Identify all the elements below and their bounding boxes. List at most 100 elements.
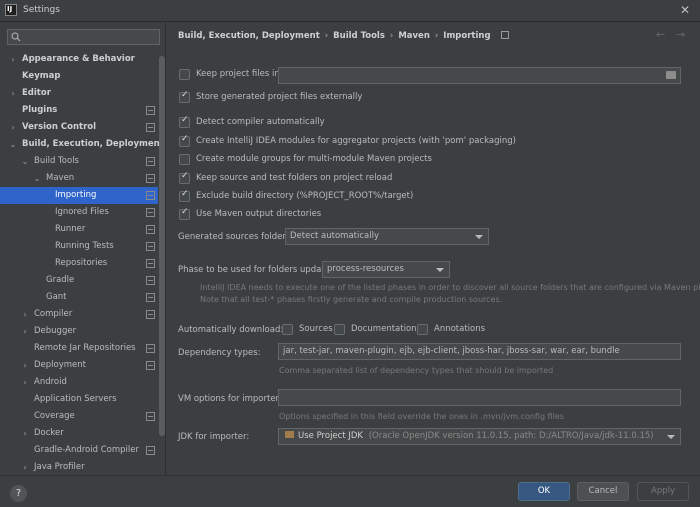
sidebar-item[interactable]: Keymap — [0, 68, 158, 85]
vm-options-label: VM options for importer: — [178, 394, 282, 404]
sidebar-item[interactable]: Repositories — [0, 255, 158, 272]
checkbox-box[interactable] — [179, 90, 190, 103]
sidebar-item[interactable]: ⌄ Build, Execution, Deployment — [0, 136, 164, 153]
sidebar-item-label: Docker — [34, 428, 64, 438]
sidebar-item[interactable]: Plugins — [0, 102, 158, 119]
checkbox-box[interactable] — [179, 134, 190, 147]
checkbox-box[interactable] — [334, 324, 345, 335]
sidebar-item-label: Gant — [46, 292, 67, 302]
sidebar-item[interactable]: ⌄ Build Tools — [0, 153, 158, 170]
jdk-label: JDK for importer: — [178, 432, 250, 442]
checkbox-label: Annotations — [434, 324, 486, 334]
forward-arrow-icon[interactable]: → — [676, 28, 685, 41]
dependency-types-input[interactable]: jar, test-jar, maven-plugin, ejb, ejb-cl… — [278, 343, 681, 360]
sidebar-item[interactable]: › Docker — [0, 425, 158, 442]
phase-dropdown[interactable]: process-resources — [322, 261, 450, 278]
jdk-dropdown[interactable]: Use Project JDK (Oracle OpenJDK version … — [278, 428, 681, 445]
vm-options-input[interactable] — [278, 389, 681, 406]
project-scope-icon — [146, 174, 155, 183]
project-scope-icon — [146, 412, 155, 421]
sidebar-item[interactable]: › Deployment — [0, 357, 158, 374]
cancel-button[interactable]: Cancel — [577, 482, 629, 501]
sidebar-item-label: Application Servers — [34, 394, 117, 404]
sidebar-scrollbar[interactable] — [159, 56, 165, 436]
project-scope-icon — [146, 276, 155, 285]
phase-hint-line1: IntelliJ IDEA needs to execute one of th… — [200, 283, 700, 292]
sidebar-item[interactable]: Coverage — [0, 408, 158, 425]
sidebar-item[interactable]: ⌄ Maven — [0, 170, 158, 187]
checkbox-box[interactable] — [179, 207, 190, 220]
sidebar-item-label: Appearance & Behavior — [22, 54, 135, 64]
sidebar-item[interactable]: Gradle-Android Compiler — [0, 442, 158, 459]
sidebar-item-label: Maven — [46, 173, 75, 183]
dependency-types-hint: Comma separated list of dependency types… — [279, 366, 554, 375]
sidebar-item[interactable]: Runner — [0, 221, 158, 238]
chevron-right-icon: › — [324, 31, 329, 41]
sidebar-item-label: Repositories — [55, 258, 108, 268]
chevron-right-icon[interactable]: › — [21, 357, 29, 374]
sidebar-item-label: Build, Execution, Deployment — [22, 139, 164, 149]
sidebar-item[interactable]: Gant — [0, 289, 158, 306]
jdk-detail: (Oracle OpenJDK version 11.0.15, path: D… — [368, 431, 654, 441]
chevron-right-icon[interactable]: › — [9, 85, 17, 102]
sidebar-item[interactable]: Running Tests — [0, 238, 158, 255]
apply-button[interactable]: Apply — [637, 482, 689, 501]
sidebar-item-label: Gradle — [46, 275, 75, 285]
sidebar-item[interactable]: › Android — [0, 374, 158, 391]
chevron-right-icon[interactable]: › — [21, 459, 29, 475]
dialog-footer: ? OK Cancel Apply — [0, 475, 700, 507]
sidebar-item[interactable]: Ignored Files — [0, 204, 158, 221]
sidebar-item[interactable]: Importing — [0, 187, 158, 204]
sidebar-item-label: Build Tools — [34, 156, 79, 166]
checkbox-label: Create IntelliJ IDEA modules for aggrega… — [196, 136, 516, 146]
checkbox-box[interactable] — [417, 324, 428, 335]
folder-icon[interactable] — [666, 71, 676, 79]
chevron-down-icon[interactable]: ⌄ — [9, 136, 17, 153]
chevron-right-icon[interactable]: › — [9, 119, 17, 136]
sidebar-item-label: Deployment — [34, 360, 86, 370]
generated-sources-dropdown[interactable]: Detect automatically — [285, 228, 489, 245]
chevron-down-icon[interactable]: ⌄ — [33, 170, 41, 187]
sidebar-item-label: Version Control — [22, 122, 97, 132]
sidebar-item[interactable]: Application Servers — [0, 391, 158, 408]
sidebar-item[interactable]: › Appearance & Behavior — [0, 51, 158, 68]
vm-options-hint: Options specified in this field override… — [279, 412, 564, 421]
sidebar-item-label: Gradle-Android Compiler — [34, 445, 139, 455]
project-files-path-input[interactable] — [278, 67, 681, 84]
project-scope-icon — [146, 446, 155, 455]
checkbox-box[interactable] — [179, 189, 190, 202]
chevron-right-icon[interactable]: › — [21, 425, 29, 442]
checkbox-box[interactable] — [179, 115, 190, 128]
sidebar-item[interactable]: › Java Profiler — [0, 459, 158, 475]
sidebar-item-label: Runner — [55, 224, 86, 234]
close-icon[interactable]: ✕ — [680, 3, 690, 17]
project-scope-icon — [146, 344, 155, 353]
checkbox-box[interactable] — [282, 324, 293, 335]
generated-sources-label: Generated sources folders: — [178, 232, 294, 242]
checkbox-box[interactable] — [179, 154, 190, 165]
sidebar-item[interactable]: Gradle — [0, 272, 158, 289]
sidebar-item[interactable]: Remote Jar Repositories — [0, 340, 158, 357]
sidebar-item[interactable]: › Debugger — [0, 323, 158, 340]
help-button[interactable]: ? — [10, 485, 27, 502]
search-input[interactable] — [7, 29, 160, 45]
checkbox-label: Keep project files in: — [196, 69, 283, 79]
ok-button[interactable]: OK — [518, 482, 570, 501]
project-scope-icon — [146, 106, 155, 115]
chevron-right-icon[interactable]: › — [21, 323, 29, 340]
sidebar-item[interactable]: › Editor — [0, 85, 158, 102]
sidebar-item[interactable]: › Compiler — [0, 306, 158, 323]
project-scope-icon — [146, 208, 155, 217]
checkbox-box[interactable] — [179, 69, 190, 80]
chevron-right-icon[interactable]: › — [9, 51, 17, 68]
chevron-right-icon[interactable]: › — [21, 306, 29, 323]
sidebar-item-label: Plugins — [22, 105, 58, 115]
sidebar-item-label: Running Tests — [55, 241, 114, 251]
chevron-right-icon[interactable]: › — [21, 374, 29, 391]
title-bar: Settings ✕ — [0, 0, 700, 22]
chevron-right-icon: › — [389, 31, 394, 41]
back-arrow-icon[interactable]: ← — [656, 28, 665, 41]
chevron-down-icon[interactable]: ⌄ — [21, 153, 29, 170]
checkbox-box[interactable] — [179, 171, 190, 184]
sidebar-item[interactable]: › Version Control — [0, 119, 158, 136]
